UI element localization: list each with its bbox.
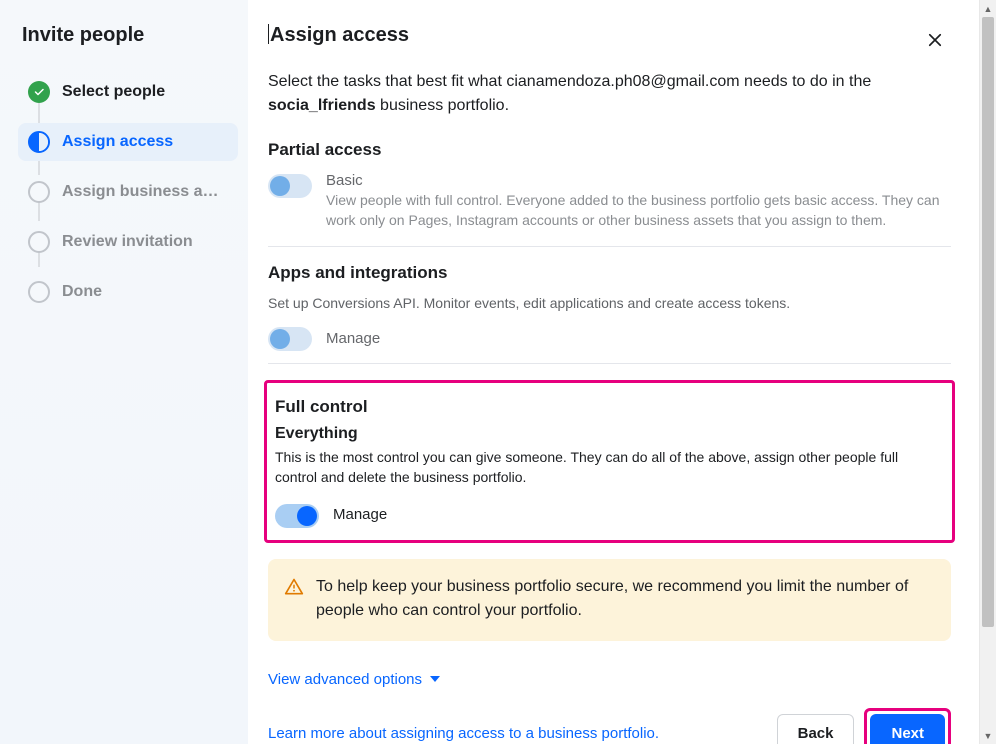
divider	[268, 363, 951, 364]
close-icon	[926, 31, 944, 49]
full-control-manage-toggle[interactable]	[275, 504, 319, 528]
scroll-down-arrow-icon[interactable]: ▼	[980, 727, 996, 744]
full-control-description: This is the most control you can give so…	[275, 447, 938, 488]
apps-manage-toggle[interactable]	[268, 327, 312, 351]
apps-description: Set up Conversions API. Monitor events, …	[268, 295, 951, 311]
step-label: Assign business a…	[62, 183, 219, 201]
scroll-track[interactable]	[980, 17, 996, 727]
step-done[interactable]: Done	[18, 273, 238, 311]
chevron-down-icon	[430, 676, 440, 682]
basic-permission-row: Basic View people with full control. Eve…	[268, 172, 951, 230]
next-button[interactable]: Next	[870, 714, 945, 744]
toggle-knob	[270, 176, 290, 196]
circle-icon	[28, 181, 50, 203]
warning-icon	[284, 577, 304, 597]
back-button[interactable]: Back	[777, 714, 855, 744]
apps-manage-label: Manage	[326, 330, 380, 347]
close-button[interactable]	[919, 24, 951, 56]
divider	[268, 246, 951, 247]
warning-banner: To help keep your business portfolio sec…	[268, 559, 951, 641]
apps-heading: Apps and integrations	[268, 263, 951, 283]
main-panel: Assign access Select the tasks that best…	[248, 0, 996, 744]
step-label: Select people	[62, 83, 165, 101]
basic-description: View people with full control. Everyone …	[326, 191, 951, 230]
basic-toggle[interactable]	[268, 174, 312, 198]
next-button-highlight: Next	[864, 708, 951, 744]
half-circle-icon	[28, 131, 50, 153]
check-icon	[28, 81, 50, 103]
vertical-scrollbar[interactable]: ▲ ▼	[979, 0, 996, 744]
step-label: Assign access	[62, 133, 173, 151]
basic-label: Basic	[326, 172, 951, 189]
wizard-sidebar: Invite people Select people Assign acces…	[0, 0, 248, 744]
warning-text: To help keep your business portfolio sec…	[316, 575, 931, 623]
footer-row: Learn more about assigning access to a b…	[268, 708, 951, 744]
user-email: cianamendoza.ph08@gmail.com	[506, 73, 739, 90]
scroll-thumb[interactable]	[982, 17, 994, 627]
learn-more-link[interactable]: Learn more about assigning access to a b…	[268, 725, 659, 742]
intro-text: Select the tasks that best fit what cian…	[268, 70, 951, 118]
step-select-people[interactable]: Select people	[18, 73, 238, 111]
full-control-highlight: Full control Everything This is the most…	[264, 380, 955, 543]
portfolio-name: socia_lfriends	[268, 97, 376, 114]
page-title: Assign access	[268, 24, 409, 47]
full-control-manage-label: Manage	[333, 506, 387, 523]
everything-label: Everything	[275, 425, 938, 443]
full-control-manage-row: Manage	[275, 502, 938, 528]
step-label: Done	[62, 283, 102, 301]
partial-access-heading: Partial access	[268, 140, 951, 160]
view-advanced-options-link[interactable]: View advanced options	[268, 671, 440, 688]
apps-manage-row: Manage	[268, 325, 951, 351]
sidebar-title: Invite people	[18, 24, 238, 47]
toggle-knob	[270, 329, 290, 349]
step-label: Review invitation	[62, 233, 193, 251]
circle-icon	[28, 231, 50, 253]
steps-list: Select people Assign access Assign busin…	[18, 73, 238, 311]
full-control-heading: Full control	[275, 397, 938, 417]
circle-icon	[28, 281, 50, 303]
scroll-up-arrow-icon[interactable]: ▲	[980, 0, 996, 17]
toggle-knob	[297, 506, 317, 526]
step-assign-business-assets[interactable]: Assign business a…	[18, 173, 238, 211]
step-review-invitation[interactable]: Review invitation	[18, 223, 238, 261]
step-assign-access[interactable]: Assign access	[18, 123, 238, 161]
